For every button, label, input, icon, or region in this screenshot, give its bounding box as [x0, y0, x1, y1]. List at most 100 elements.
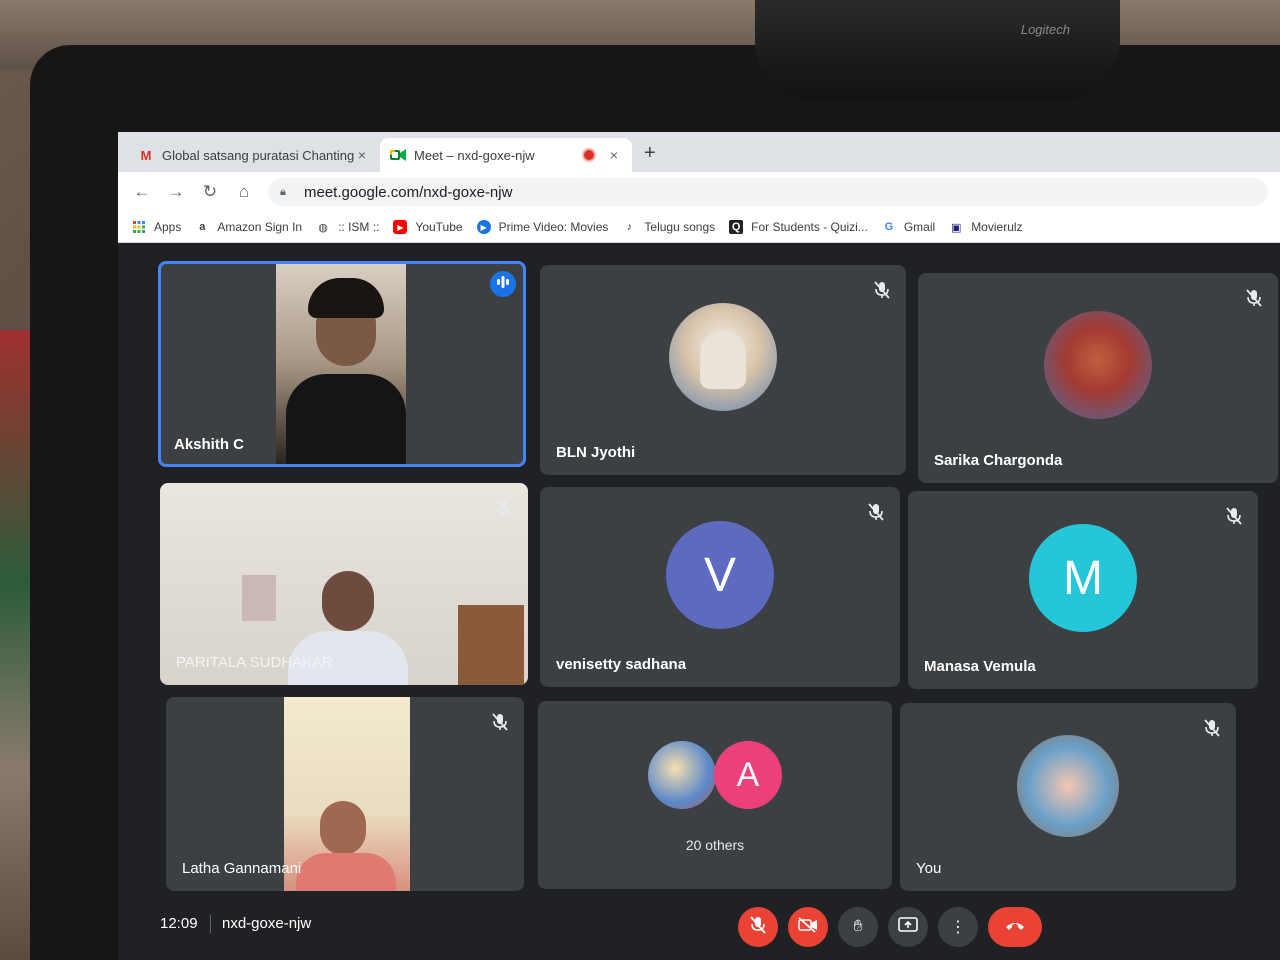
bookmark-label: Gmail: [903, 220, 936, 234]
self-tile[interactable]: You: [900, 703, 1236, 891]
bookmark-movierulz[interactable]: ▣ Movierulz: [949, 220, 1023, 234]
wall-picture: [242, 575, 276, 621]
tab-gmail[interactable]: M Global satsang puratasi Chanting ×: [128, 138, 380, 172]
quizizz-icon: Q: [729, 220, 744, 234]
camera-off-button[interactable]: [788, 907, 828, 947]
mic-off-icon: [750, 915, 766, 939]
participant-tile[interactable]: V venisetty sadhana: [540, 487, 900, 687]
profile-picture: [1044, 311, 1152, 420]
participant-tile[interactable]: PARITALA SUDHAKAR: [160, 483, 528, 685]
meeting-time: 12:09: [160, 915, 198, 932]
gmail-icon: M: [140, 147, 152, 163]
profile-picture: [1017, 734, 1119, 837]
tab-title: Meet – nxd-goxe-njw: [414, 147, 535, 163]
home-button[interactable]: ⌂: [232, 180, 256, 204]
participant-video: [322, 571, 374, 631]
bookmark-gmail[interactable]: G Gmail: [882, 220, 936, 234]
participant-name: Akshith C: [174, 436, 245, 453]
bookmark-label: Amazon Sign In: [217, 220, 303, 234]
participant-name: Manasa Vemula: [924, 658, 1036, 675]
close-tab-icon[interactable]: ×: [354, 147, 370, 163]
reload-button[interactable]: ↻: [198, 180, 222, 204]
tab-title: Global satsang puratasi Chanting: [162, 147, 354, 163]
divider: [210, 915, 211, 933]
participant-tile[interactable]: BLN Jyothi: [540, 265, 906, 475]
youtube-icon: ▶: [393, 220, 408, 234]
meeting-code: nxd-goxe-njw: [222, 915, 312, 932]
mic-off-icon: [872, 281, 892, 301]
participant-video: [284, 697, 410, 891]
meet-control-bar: 12:09 nxd-goxe-njw ✋︎ ⋮: [118, 893, 1280, 960]
bookmarks-bar: Apps a Amazon Sign In ◍ :: ISM :: ▶ YouT…: [118, 212, 1280, 243]
tab-meet[interactable]: Meet – nxd-goxe-njw ×: [380, 138, 632, 172]
participant-tile[interactable]: Akshith C: [158, 261, 526, 467]
bookmark-telugu-songs[interactable]: ♪ Telugu songs: [622, 220, 715, 234]
webcam-brand-label: Logitech: [1020, 22, 1070, 37]
forward-button[interactable]: →: [164, 180, 188, 204]
recording-indicator-icon: [582, 148, 596, 162]
participant-name: Sarika Chargonda: [934, 452, 1063, 469]
participant-name: You: [916, 860, 942, 877]
bookmark-label: :: ISM ::: [338, 220, 380, 234]
bookmark-label: Telugu songs: [644, 220, 716, 234]
profile-picture: [669, 303, 777, 412]
mic-off-icon: [1224, 507, 1244, 527]
avatar-initial: A: [714, 741, 782, 809]
prime-video-icon: ▶: [476, 220, 491, 234]
music-icon: ♪: [626, 221, 633, 233]
address-bar[interactable]: 🔒︎ meet.google.com/nxd-goxe-njw: [268, 178, 1268, 206]
bookmark-quizizz[interactable]: Q For Students - Quizi...: [729, 220, 868, 234]
apps-grid-icon: [132, 220, 146, 234]
participant-tile[interactable]: Sarika Chargonda: [918, 273, 1278, 483]
back-button[interactable]: ←: [130, 180, 154, 204]
raise-hand-button[interactable]: ✋︎: [838, 907, 878, 947]
movierulz-icon: ▣: [950, 221, 962, 234]
new-tab-button[interactable]: +: [644, 142, 656, 165]
shelf: [458, 605, 524, 685]
bookmark-ism[interactable]: ◍ :: ISM ::: [316, 220, 379, 234]
others-avatar-photo: [648, 741, 716, 809]
bookmark-label: For Students - Quizi...: [751, 220, 868, 234]
globe-icon: ◍: [318, 221, 328, 234]
participant-name: BLN Jyothi: [556, 444, 636, 461]
participant-name: Latha Gannamani: [182, 860, 302, 877]
present-screen-icon: [898, 916, 918, 938]
mic-off-icon: [1202, 719, 1222, 739]
bookmark-prime-video[interactable]: ▶ Prime Video: Movies: [476, 220, 609, 234]
bookmark-label: Prime Video: Movies: [498, 220, 609, 234]
avatar-initial: M: [1029, 524, 1137, 633]
bookmark-youtube[interactable]: ▶ YouTube: [393, 220, 463, 234]
browser-toolbar: ← → ↻ ⌂ 🔒︎ meet.google.com/nxd-goxe-njw: [118, 172, 1280, 212]
address-text: meet.google.com/nxd-goxe-njw: [304, 183, 513, 201]
avatar-initial: V: [666, 521, 774, 629]
hand-icon: ✋︎: [853, 918, 863, 935]
others-count: 20 others: [685, 837, 745, 853]
tab-strip: M Global satsang puratasi Chanting × Mee…: [118, 132, 1280, 172]
participant-tile[interactable]: M Manasa Vemula: [908, 491, 1258, 689]
close-tab-icon[interactable]: ×: [606, 147, 622, 163]
bookmark-label: Apps: [154, 220, 182, 234]
others-tile[interactable]: A 20 others: [538, 701, 892, 889]
bookmark-amazon[interactable]: a Amazon Sign In: [195, 220, 302, 234]
more-options-button[interactable]: ⋮: [938, 907, 978, 947]
lock-icon: 🔒︎: [280, 185, 286, 198]
end-call-button[interactable]: [988, 907, 1042, 947]
google-icon: G: [884, 221, 894, 233]
amazon-icon: a: [199, 221, 206, 233]
speaking-indicator-icon: [490, 271, 516, 297]
bookmark-label: Movierulz: [971, 220, 1023, 234]
more-vert-icon: ⋮: [950, 919, 966, 936]
bookmark-label: YouTube: [415, 220, 463, 234]
participant-tile[interactable]: Latha Gannamani: [166, 697, 524, 891]
participant-video: [276, 264, 406, 464]
mic-off-button[interactable]: [738, 907, 778, 947]
mic-off-icon: [1244, 289, 1264, 309]
mic-off-icon: [866, 503, 886, 523]
participant-grid: Akshith C BLN Jyothi Sarika Chargonda PA…: [118, 243, 1280, 893]
phone-hangup-icon: [1004, 918, 1026, 936]
participant-name: PARITALA SUDHAKAR: [176, 654, 333, 671]
webcam: Logitech: [755, 0, 1120, 100]
mic-off-icon: [494, 499, 514, 519]
present-button[interactable]: [888, 907, 928, 947]
bookmark-apps[interactable]: Apps: [132, 220, 181, 234]
